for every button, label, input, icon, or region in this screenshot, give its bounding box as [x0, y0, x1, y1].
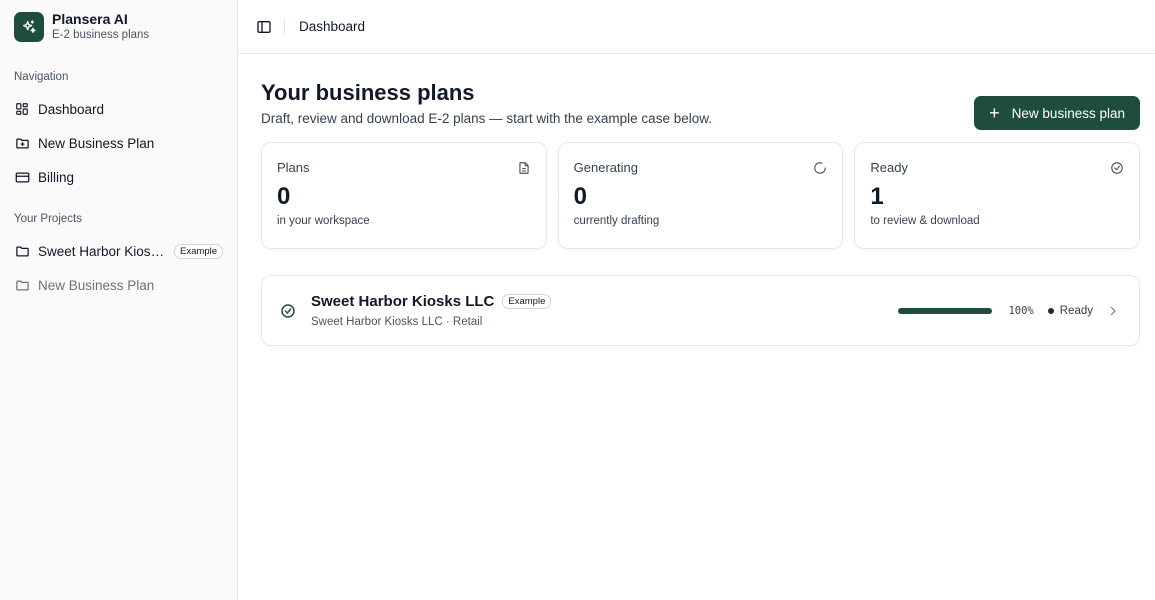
sidebar-toggle-icon[interactable] — [256, 19, 272, 35]
stat-note: currently drafting — [573, 215, 660, 227]
example-badge: Example — [174, 243, 223, 259]
content: Your business plans Draft, review and do… — [238, 54, 1155, 346]
topbar-divider — [284, 18, 285, 35]
new-business-plan-button-label: New business plan — [1011, 105, 1125, 121]
status-badge: Ready — [1047, 304, 1093, 317]
stat-card-generating: Generating 0 currently drafting — [557, 142, 844, 249]
plan-title: Sweet Harbor Kiosks LLC — [311, 293, 495, 310]
sidebar-item-label: Billing — [38, 169, 75, 185]
plan-meta: Sweet Harbor Kiosks LLC · Retail — [311, 316, 483, 328]
stat-value: 0 — [277, 183, 291, 210]
topbar: Dashboard — [238, 0, 1155, 54]
progress-fill — [898, 307, 993, 314]
sidebar-project-new-business-plan[interactable]: New Business Plan — [0, 268, 237, 302]
folder-icon — [14, 277, 30, 293]
main-area: Dashboard Your business plans Draft, rev… — [238, 0, 1155, 600]
brand-title: Plansera AI — [52, 11, 128, 27]
sidebar-item-label: Sweet Harbor Kiosks LLC — [38, 243, 168, 259]
chevron-right-icon[interactable] — [1107, 305, 1119, 317]
page-subtitle: Draft, review and download E-2 plans — s… — [261, 111, 712, 126]
stat-value: 0 — [573, 183, 588, 210]
stat-label: Ready — [870, 160, 908, 175]
progress-bar — [898, 307, 993, 314]
projects-label: Your Projects — [14, 213, 82, 225]
stat-note: in your workspace — [277, 215, 370, 227]
sidebar-item-label: Dashboard — [38, 101, 105, 117]
credit-card-icon — [14, 169, 30, 185]
sidebar: Plansera AI E-2 business plans Navigatio… — [0, 0, 238, 600]
example-badge: Example — [502, 294, 552, 309]
brand[interactable]: Plansera AI E-2 business plans — [0, 0, 237, 54]
page-title: Your business plans — [261, 80, 475, 105]
sidebar-item-billing[interactable]: Billing — [0, 160, 237, 194]
plus-icon: + — [989, 103, 1000, 123]
nav-list: Dashboard New Business Plan Billing — [0, 92, 237, 194]
check-circle-icon — [280, 303, 296, 319]
page-header: Your business plans Draft, review and do… — [261, 78, 1140, 130]
new-business-plan-button[interactable]: + New business plan — [974, 96, 1140, 130]
progress-percent: 100% — [1008, 304, 1034, 317]
document-icon — [517, 161, 531, 175]
stat-label: Generating — [573, 160, 638, 175]
sidebar-item-new-business-plan[interactable]: New Business Plan — [0, 126, 237, 160]
stat-card-plans: Plans 0 in your workspace — [261, 142, 547, 249]
stat-card-ready: Ready 1 to review & download — [854, 142, 1141, 249]
sidebar-item-label: New Business Plan — [38, 135, 155, 151]
stat-value: 1 — [870, 183, 884, 210]
sidebar-project-sweet-harbor[interactable]: Sweet Harbor Kiosks LLC Example — [0, 234, 237, 268]
status-label: Ready — [1059, 304, 1093, 317]
breadcrumb: Dashboard — [299, 19, 366, 34]
projects-list: Sweet Harbor Kiosks LLC Example New Busi… — [0, 234, 237, 302]
brand-subtitle: E-2 business plans — [52, 29, 150, 41]
stat-label: Plans — [277, 160, 310, 175]
dashboard-icon — [14, 101, 30, 117]
check-circle-icon — [1110, 161, 1124, 175]
status-dot — [1047, 307, 1054, 314]
spinner-icon — [813, 161, 827, 175]
navigation-label: Navigation — [14, 71, 69, 83]
sidebar-item-dashboard[interactable]: Dashboard — [0, 92, 237, 126]
sidebar-item-label: New Business Plan — [38, 277, 155, 293]
folder-plus-icon — [14, 135, 30, 151]
plan-row-sweet-harbor[interactable]: Sweet Harbor Kiosks LLC Example Sweet Ha… — [261, 275, 1140, 346]
sparkles-icon — [14, 12, 44, 42]
stats-row: Plans 0 in your workspace Generating 0 c… — [261, 142, 1141, 249]
stat-note: to review & download — [870, 215, 980, 227]
folder-icon — [14, 243, 30, 259]
